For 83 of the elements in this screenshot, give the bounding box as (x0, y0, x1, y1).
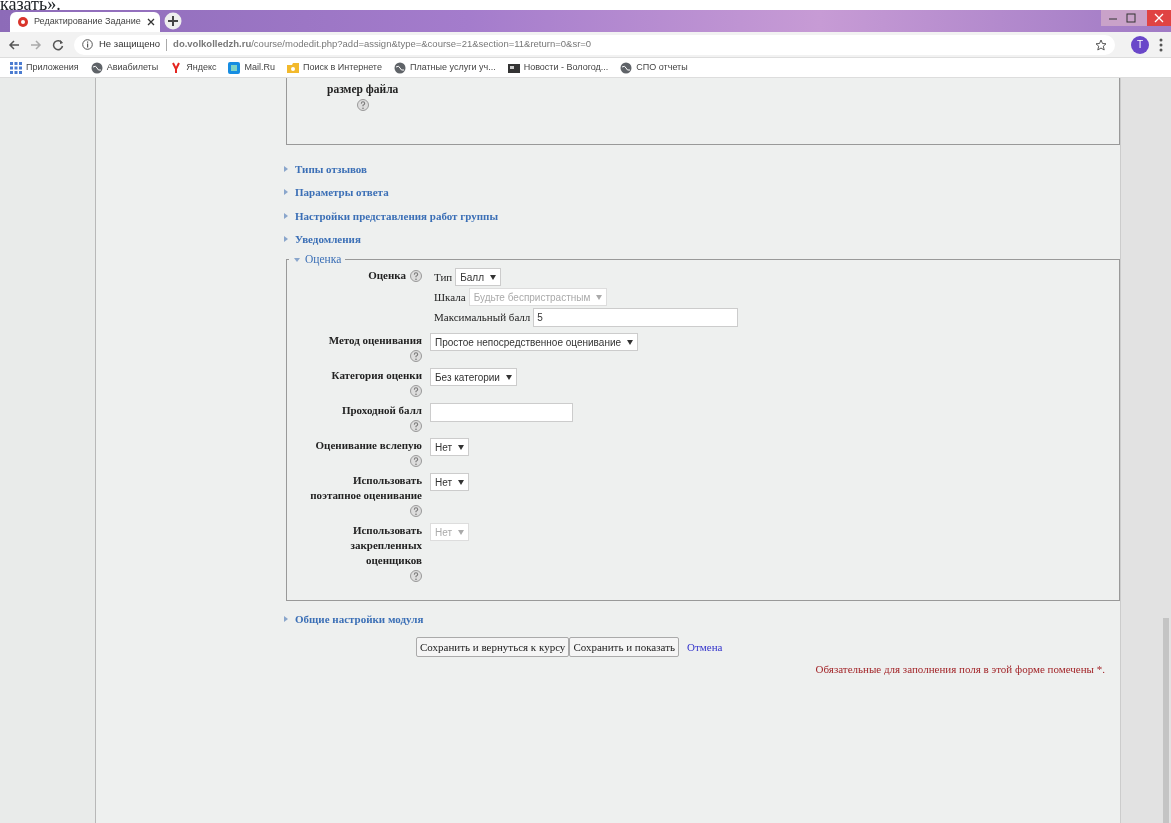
bookmark-link[interactable]: Приложения (10, 60, 79, 75)
forward-icon[interactable] (30, 38, 42, 51)
help-icon (410, 570, 422, 582)
section-link[interactable]: Оценка (305, 251, 342, 269)
back-icon[interactable] (8, 38, 20, 51)
section-link[interactable]: Типы отзывов (295, 160, 367, 177)
dropdown-caret-icon (458, 444, 465, 450)
section-link[interactable]: Общие настройки модуля (295, 610, 424, 627)
dropdown-caret-icon (458, 529, 465, 535)
expand-icon[interactable] (282, 614, 290, 623)
select-field[interactable]: Нет (430, 473, 470, 491)
select-field[interactable]: Простое непосредственное оценивание (430, 333, 639, 351)
expand-icon[interactable] (282, 211, 290, 220)
section-link[interactable]: Параметры ответа (295, 184, 389, 201)
expand-icon[interactable] (282, 188, 290, 197)
bookmark-link[interactable]: Новости - Вологод... (507, 60, 609, 75)
help-icon (357, 99, 369, 111)
mail-icon (228, 61, 241, 74)
section-link[interactable]: Уведомления (295, 231, 361, 248)
help-icon (410, 350, 422, 362)
address-bar[interactable]: Не защищено do.volkolledzh.ru/course/modedit.php?add=assign&type=&course=21&section=11&return=0&sr=0 (74, 34, 1115, 55)
grid-icon (10, 61, 22, 74)
help-icon (410, 455, 422, 467)
scrollbar[interactable] (1120, 78, 1171, 823)
globe-icon (90, 61, 103, 74)
field-label: Категория оценки (330, 368, 422, 383)
search-folder-icon (287, 61, 299, 74)
select-field[interactable]: Без категории (430, 368, 517, 386)
help-icon (410, 270, 422, 282)
select-field[interactable]: Нет (430, 438, 470, 456)
globe-icon (620, 61, 633, 74)
field-label: размер файла (327, 82, 399, 97)
window-controls-icon[interactable] (1101, 10, 1171, 26)
dropdown-caret-icon (627, 339, 634, 345)
y-logo-icon (170, 61, 183, 74)
security-label: Не защищено (99, 37, 161, 52)
field-label: Метод оценивания (327, 333, 422, 348)
dropdown-caret-icon (505, 374, 512, 380)
field-label: Оценка (368, 268, 406, 283)
close-icon[interactable] (146, 18, 155, 26)
field-label: Оценивание вслепую (314, 438, 422, 453)
menu-icon[interactable] (1159, 37, 1163, 52)
select-field[interactable]: Балл (455, 268, 501, 286)
reload-icon[interactable] (52, 38, 64, 51)
newspaper-icon (507, 61, 520, 74)
cancel-link[interactable]: Отмена (687, 638, 723, 655)
field-label: Шкала (434, 289, 466, 305)
help-icon (410, 505, 422, 517)
info-icon (82, 39, 93, 50)
expand-icon[interactable] (282, 235, 290, 244)
help-icon (410, 420, 422, 432)
bookmark-link[interactable]: Платные услуги уч... (393, 60, 496, 75)
required-note: Обязательные для заполнения поля в этой форме помечены *. (815, 663, 1105, 675)
form-button[interactable]: Сохранить и показать (569, 636, 680, 657)
browser-logo-icon (18, 17, 28, 27)
field-label: Максимальный балл (434, 310, 531, 326)
fragment-text: казать». (0, 0, 61, 11)
bookmark-link[interactable]: Авиабилеты (90, 60, 159, 75)
text-field[interactable] (430, 403, 573, 422)
text-field[interactable]: 5 (533, 308, 739, 327)
dropdown-caret-icon (596, 294, 603, 300)
expand-icon[interactable] (282, 164, 290, 173)
bookmark-link[interactable]: Mail.Ru (228, 60, 275, 75)
form-button[interactable]: Сохранить и вернуться к курсу (416, 636, 570, 657)
bookmark-link[interactable]: СПО отчеты (620, 60, 688, 75)
globe-icon (393, 61, 406, 74)
browser-tab[interactable]: Редактирование Задание (10, 12, 160, 32)
bookmark-link[interactable]: Поиск в Интернете (287, 60, 382, 75)
avatar[interactable]: Т (1131, 35, 1149, 54)
dropdown-caret-icon (458, 479, 465, 485)
help-icon (410, 385, 422, 397)
url-text: do.volkolledzh.ru/course/modedit.php?add=assign&type=&course=21&section=11&return=0&sr=0 (173, 37, 592, 52)
field-label: Тип (434, 269, 453, 285)
new-tab-icon[interactable] (164, 12, 182, 30)
field-label: Использовать поэтапное оценивание (310, 473, 422, 503)
tab-title: Редактирование Задание (34, 15, 141, 29)
star-icon[interactable] (1095, 38, 1107, 51)
collapse-icon[interactable] (293, 255, 301, 264)
field-label: Использовать закрепленных оценщиков (349, 523, 422, 568)
section-link[interactable]: Настройки представления работ группы (295, 207, 498, 224)
bookmark-link[interactable]: Яндекс (170, 60, 217, 75)
dropdown-caret-icon (490, 274, 496, 280)
field-label: Проходной балл (340, 403, 422, 418)
